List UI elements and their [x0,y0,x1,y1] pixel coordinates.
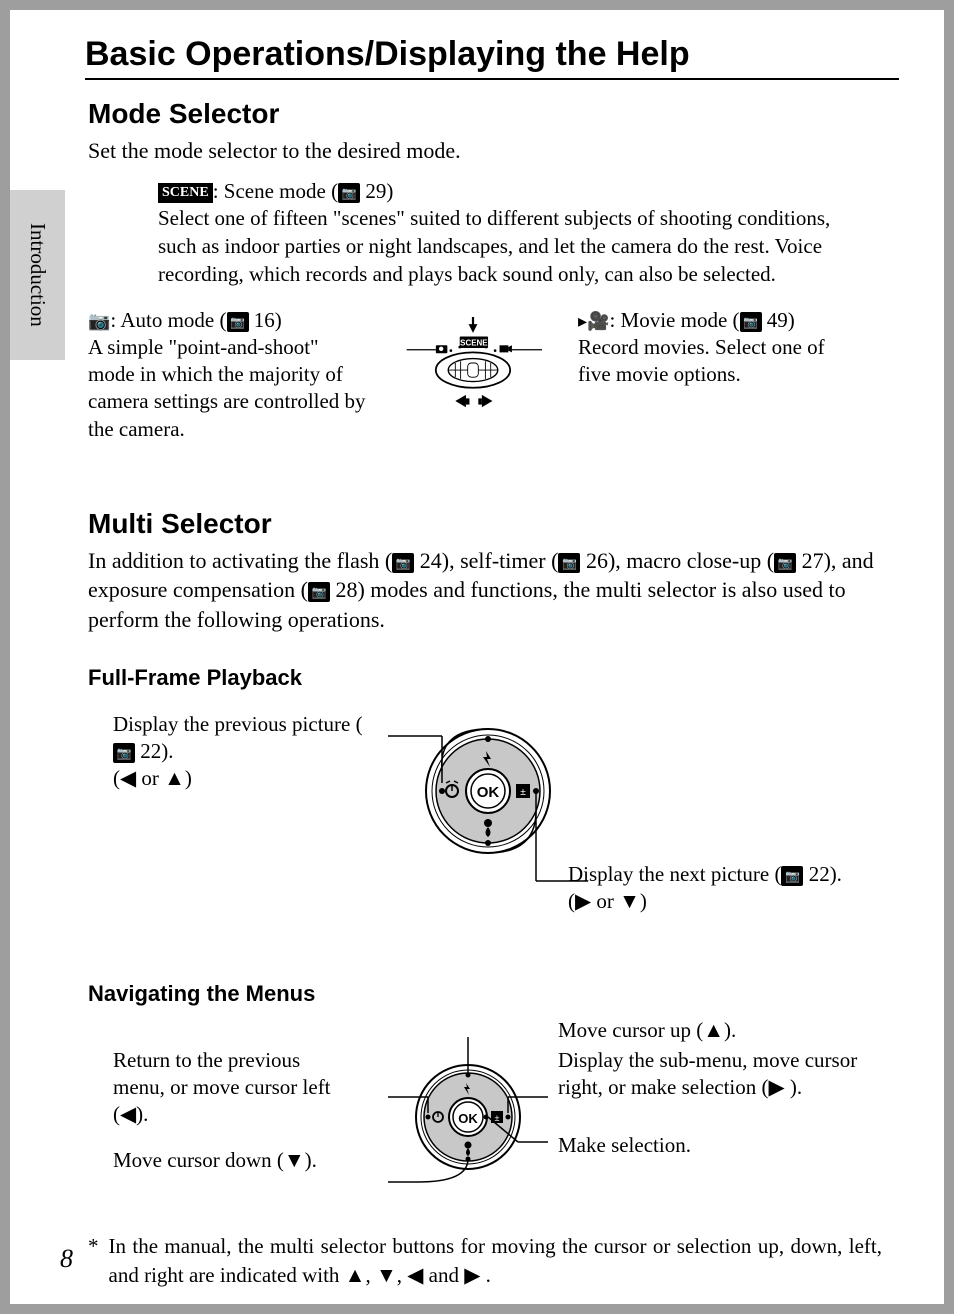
nav-select-callout: Make selection. [558,1132,808,1159]
next-picture-keys: (▶ or ▼) [568,889,647,913]
nav-down-callout: Move cursor down (▼). [113,1147,373,1174]
svg-text:SCENE: SCENE [460,338,487,347]
multi-selector-svg-2: OK ± [388,1037,548,1197]
movie-mode-desc: ▸🎥: Movie mode ( 49) Record movies. Sele… [578,307,858,443]
svg-text:±: ± [520,787,526,798]
content-area: Mode Selector Set the mode selector to t… [88,98,882,1291]
mode-columns: 📷: Auto mode ( 16) A simple "point-and-s… [88,307,882,443]
page-number: 8 [60,1244,73,1274]
prev-picture-keys: (◀ or ▲) [113,766,192,790]
camera-icon: 📷 [88,310,110,333]
nav-left-callout: Return to the previous menu, or move cur… [113,1047,353,1129]
page-ref-icon [774,553,796,573]
mode-dial-diagram: SCENE [368,307,578,443]
page-ref-icon [558,553,580,573]
page-ref-icon [227,312,249,332]
multi-selector-heading: Multi Selector [88,508,882,540]
page-ref-icon [308,582,330,602]
mode-dial-svg: SCENE [403,317,543,432]
page-title: Basic Operations/Displaying the Help [85,35,899,74]
footnote: * In the manual, the multi selector butt… [88,1232,882,1291]
page-ref-icon [740,312,762,332]
footnote-text: In the manual, the multi selector button… [109,1232,883,1291]
page-ref-icon [781,866,803,886]
next-picture-callout: Display the next picture ( 22). (▶ or ▼) [568,861,868,916]
nav-menus-heading: Navigating the Menus [88,981,882,1007]
nav-right-callout: Display the sub-menu, move cursor right,… [558,1047,878,1102]
nav-diagram: Move cursor up (▲). Return to the previo… [88,1017,882,1207]
side-tab-introduction: Introduction [10,190,65,360]
auto-mode-body: A simple "point-and-shoot" mode in which… [88,335,366,441]
nav-up-callout: Move cursor up (▲). [558,1017,858,1044]
svg-text:OK: OK [477,784,500,801]
page-ref-icon [113,743,135,763]
svg-text:OK: OK [458,1111,478,1126]
movie-icon: ▸🎥 [578,310,609,333]
playback-heading: Full-Frame Playback [88,665,882,691]
prev-picture-callout: Display the previous picture ( 22). (◀ o… [113,711,363,793]
svg-text:±: ± [495,1113,500,1123]
scene-mode-body: Select one of fifteen "scenes" suited to… [158,206,830,285]
side-tab-label: Introduction [25,223,50,327]
scene-badge-icon: SCENE [158,183,213,203]
mode-selector-intro: Set the mode selector to the desired mod… [88,136,882,166]
manual-page: Introduction Basic Operations/Displaying… [0,0,954,1314]
footnote-mark: * [88,1232,99,1291]
title-bar: Basic Operations/Displaying the Help [85,35,899,80]
movie-mode-body: Record movies. Select one of five movie … [578,335,825,386]
mode-selector-heading: Mode Selector [88,98,882,130]
auto-mode-desc: 📷: Auto mode ( 16) A simple "point-and-s… [88,307,368,443]
page-ref-icon [392,553,414,573]
playback-diagram: Display the previous picture ( 22). (◀ o… [88,701,882,941]
page-ref-icon [338,183,360,203]
multi-selector-intro: In addition to activating the flash ( 24… [88,546,882,635]
mode-selector-block: SCENE: Scene mode ( 29) Select one of fi… [88,178,882,488]
scene-mode-desc: SCENE: Scene mode ( 29) Select one of fi… [158,178,858,289]
multi-selector-svg-1: OK ± [388,711,588,901]
